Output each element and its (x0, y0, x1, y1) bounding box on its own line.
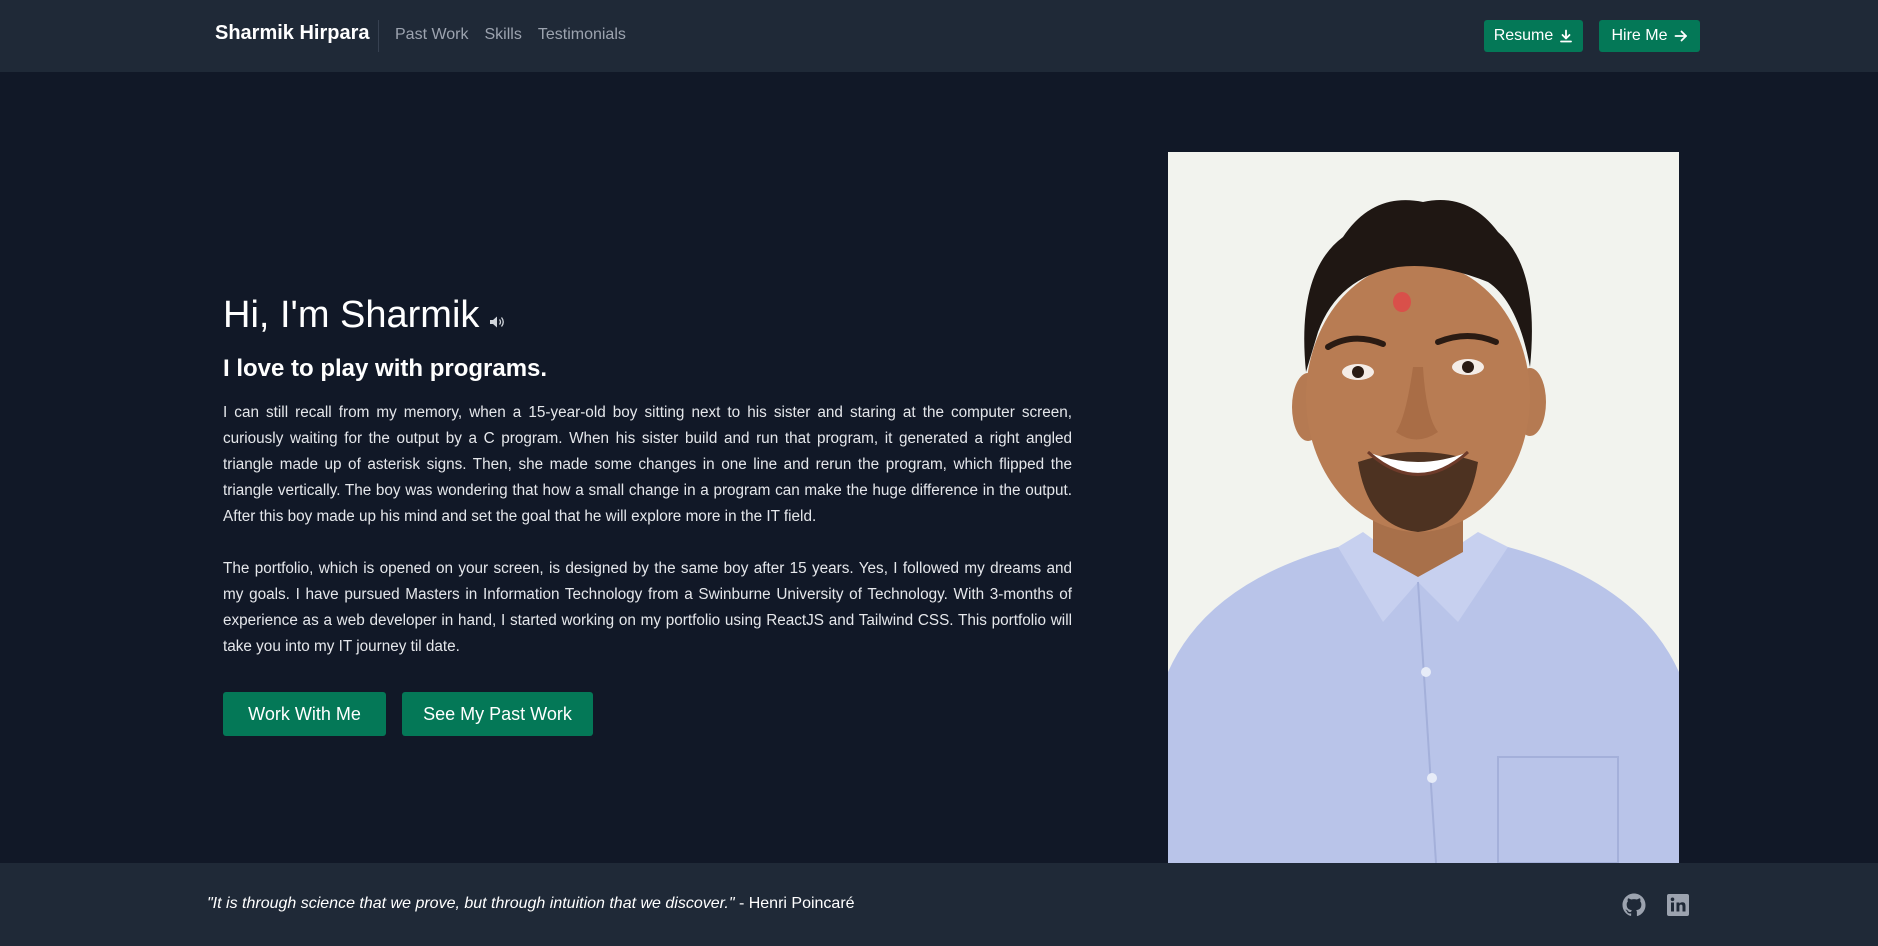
navbar: Sharmik Hirpara Past Work Skills Testimo… (0, 0, 1878, 72)
hire-me-button[interactable]: Hire Me (1599, 20, 1700, 52)
intro-paragraph-2: The portfolio, which is opened on your s… (223, 560, 1072, 655)
nav-link-testimonials[interactable]: Testimonials (538, 26, 626, 44)
github-icon[interactable] (1622, 893, 1646, 917)
hire-me-button-label: Hire Me (1611, 27, 1668, 44)
work-with-me-button[interactable]: Work With Me (223, 692, 386, 736)
nav-links: Past Work Skills Testimonials (395, 26, 626, 44)
nav-divider (378, 20, 379, 52)
quote-author: - Henri Poincaré (734, 895, 855, 912)
quote-text: "It is through science that we prove, bu… (207, 895, 735, 912)
footer-quote: "It is through science that we prove, bu… (207, 895, 855, 913)
linkedin-icon[interactable] (1666, 893, 1690, 917)
arrow-right-icon (1674, 30, 1687, 42)
resume-button-label: Resume (1493, 27, 1554, 44)
intro-paragraph-1: I can still recall from my memory, when … (223, 404, 1072, 525)
speaker-icon[interactable] (489, 315, 506, 329)
download-icon (1560, 29, 1573, 43)
profile-photo (1168, 152, 1679, 863)
nav-link-skills[interactable]: Skills (485, 26, 522, 44)
see-past-work-button[interactable]: See My Past Work (402, 692, 593, 736)
resume-button[interactable]: Resume (1484, 20, 1583, 52)
hero-title-text: Hi, I'm Sharmik (223, 294, 480, 336)
brand-name[interactable]: Sharmik Hirpara (215, 22, 370, 45)
hero-subtitle: I love to play with programs. (223, 355, 548, 382)
nav-link-past-work[interactable]: Past Work (395, 26, 469, 44)
footer: "It is through science that we prove, bu… (0, 863, 1878, 946)
hero-title: Hi, I'm Sharmik (223, 294, 506, 337)
